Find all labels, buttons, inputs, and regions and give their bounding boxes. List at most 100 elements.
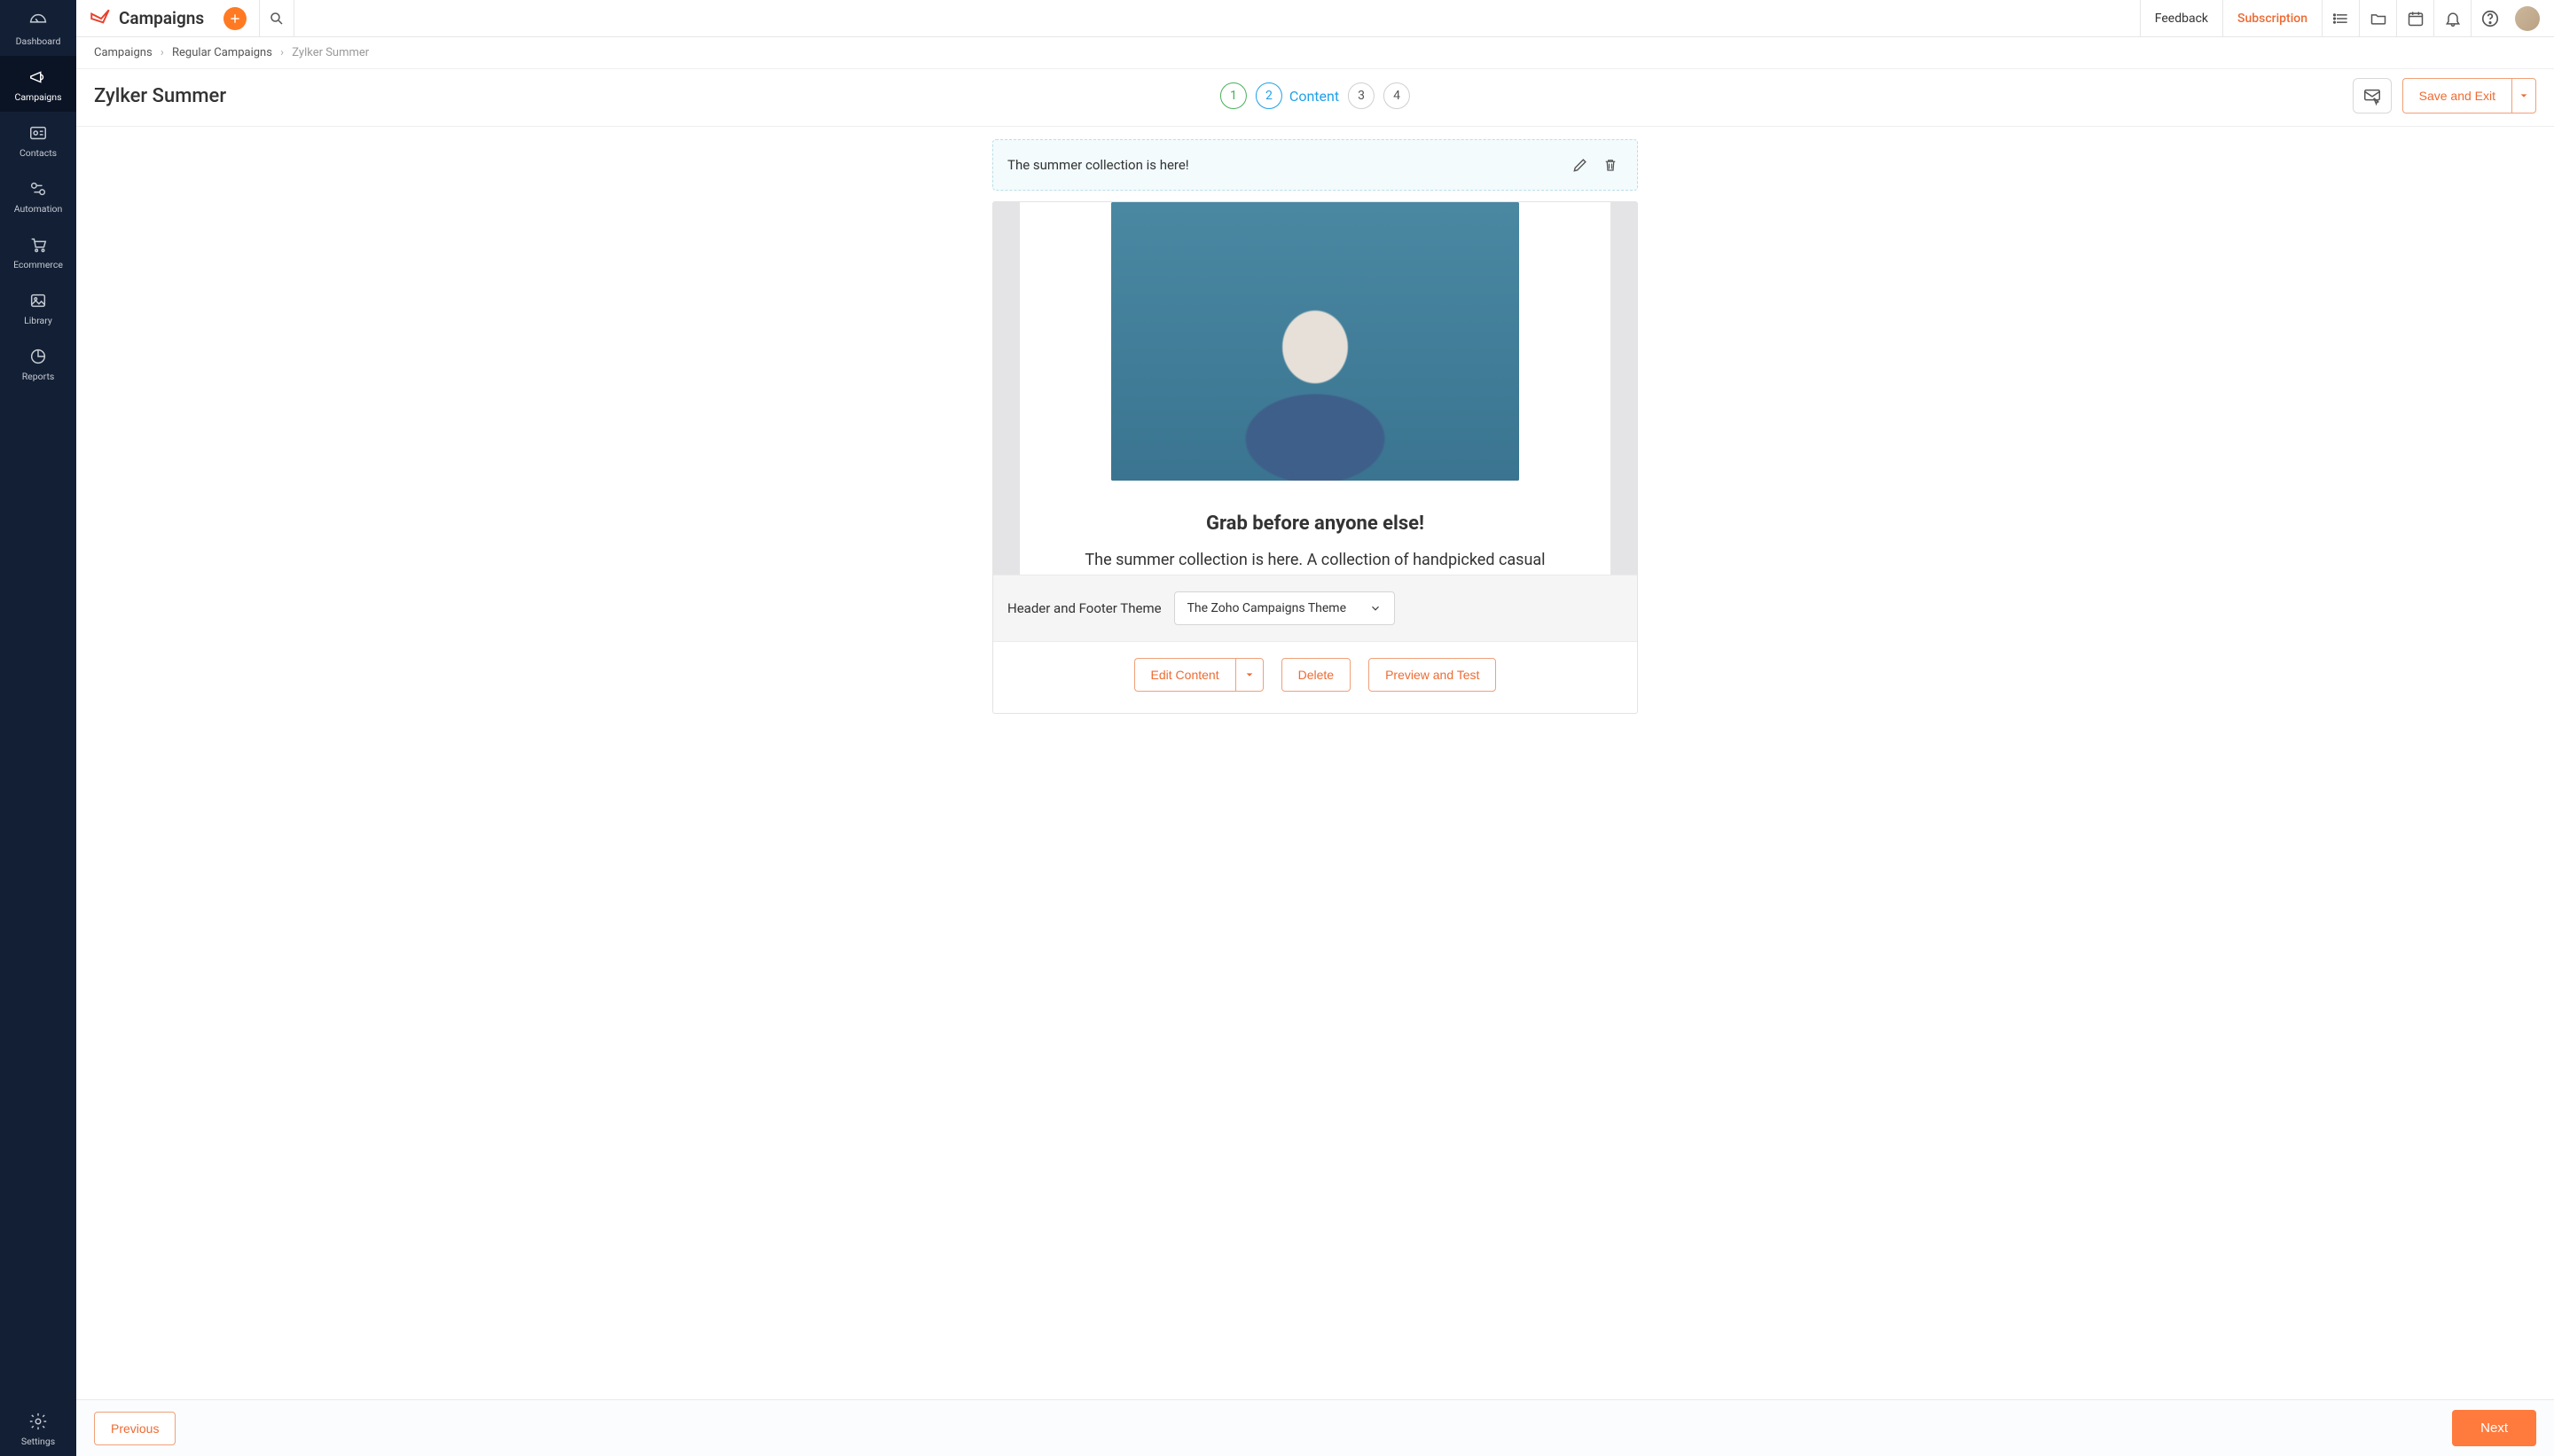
search-button[interactable] [259,0,294,37]
sidebar-item-ecommerce[interactable]: Ecommerce [0,223,76,279]
sidebar: Dashboard Campaigns Contacts Automation [0,0,76,1456]
delete-button[interactable]: Delete [1281,658,1351,692]
reports-icon [27,346,49,367]
help-icon [2480,9,2500,28]
step-number: 2 [1256,82,1282,109]
next-button[interactable]: Next [2452,1410,2536,1446]
calendar-button[interactable] [2396,0,2433,37]
preview-test-button[interactable]: Preview and Test [1368,658,1496,692]
save-exit-label: Save and Exit [2419,89,2495,103]
pencil-icon [1571,156,1589,174]
plus-icon [229,12,241,25]
breadcrumb: Campaigns › Regular Campaigns › Zylker S… [76,37,2554,69]
sidebar-item-label: Reports [22,371,55,382]
edit-subject-button[interactable] [1568,153,1593,177]
mail-cursor-icon [2362,86,2382,106]
sidebar-item-label: Contacts [20,147,57,159]
chevron-down-icon [1369,602,1382,614]
step-4[interactable]: 4 [1383,82,1410,109]
trash-icon [1602,156,1618,174]
action-row: Edit Content Delete Preview and Test [993,641,1637,713]
edit-content-button[interactable]: Edit Content [1134,658,1235,692]
gear-icon [27,1411,49,1432]
sidebar-item-label: Settings [21,1436,55,1447]
sidebar-item-label: Campaigns [14,91,61,103]
avatar[interactable] [2515,6,2540,31]
step-number: 3 [1348,82,1375,109]
edit-content-dropdown[interactable] [1235,658,1264,692]
sidebar-item-label: Automation [14,203,63,215]
sidebar-item-campaigns[interactable]: Campaigns [0,56,76,112]
theme-select[interactable]: The Zoho Campaigns Theme [1174,591,1395,625]
save-and-exit-button[interactable]: Save and Exit [2402,78,2511,114]
theme-value: The Zoho Campaigns Theme [1187,601,1346,615]
page-title: Zylker Summer [94,85,226,107]
step-1[interactable]: 1 [1220,82,1247,109]
previous-button[interactable]: Previous [94,1412,176,1445]
sidebar-item-automation[interactable]: Automation [0,168,76,223]
logo[interactable]: Campaigns [89,7,204,30]
sidebar-item-reports[interactable]: Reports [0,335,76,391]
subject-line-box[interactable]: The summer collection is here! [992,139,1638,191]
search-icon [269,11,285,27]
preview-body-text: The summer collection is here. A collect… [1076,551,1554,569]
subscription-label: Subscription [2237,12,2307,26]
previous-label: Previous [111,1421,159,1436]
step-number: 1 [1220,82,1247,109]
caret-down-icon [1245,670,1254,679]
preview-test-label: Preview and Test [1385,668,1479,682]
step-number: 4 [1383,82,1410,109]
theme-label: Header and Footer Theme [1007,600,1162,616]
header: Campaigns Feedback Subscription [76,0,2554,37]
sidebar-item-label: Ecommerce [13,259,63,270]
theme-row: Header and Footer Theme The Zoho Campaig… [993,575,1637,641]
crumb-current: Zylker Summer [292,46,369,59]
delete-subject-button[interactable] [1598,153,1623,177]
email-preview-button[interactable] [2353,78,2392,114]
folder-icon [2370,10,2387,27]
step-2[interactable]: 2 Content [1256,82,1339,109]
subject-text: The summer collection is here! [1007,157,1563,173]
email-preview-card: Grab before anyone else! The summer coll… [992,201,1638,714]
sidebar-item-label: Dashboard [16,35,61,47]
list-icon [2332,10,2350,27]
sidebar-item-contacts[interactable]: Contacts [0,112,76,168]
delete-label: Delete [1298,668,1334,682]
caret-down-icon [2519,91,2528,100]
feedback-link[interactable]: Feedback [2140,0,2222,37]
feedback-label: Feedback [2155,12,2208,26]
folder-button[interactable] [2359,0,2396,37]
list-button[interactable] [2322,0,2359,37]
bell-icon [2444,10,2462,27]
notifications-button[interactable] [2433,0,2471,37]
sidebar-item-label: Library [24,315,52,326]
sidebar-item-library[interactable]: Library [0,279,76,335]
megaphone-icon [27,67,49,88]
preview-heading: Grab before anyone else! [1206,513,1424,535]
help-button[interactable] [2471,0,2508,37]
sidebar-item-dashboard[interactable]: Dashboard [0,0,76,56]
step-label: Content [1289,88,1339,105]
hero-image [1111,202,1519,481]
preview-gutter [1610,202,1637,575]
calendar-icon [2407,10,2425,27]
dashboard-icon [27,11,49,32]
contacts-icon [27,122,49,144]
step-3[interactable]: 3 [1348,82,1375,109]
chevron-right-icon: › [280,46,284,59]
subscription-link[interactable]: Subscription [2222,0,2322,37]
cart-icon [27,234,49,255]
save-and-exit-dropdown[interactable] [2511,78,2536,114]
library-icon [27,290,49,311]
logo-icon [89,7,112,30]
next-label: Next [2480,1421,2508,1436]
crumb-campaigns[interactable]: Campaigns [94,46,153,59]
chevron-right-icon: › [161,46,164,59]
add-button[interactable] [223,7,247,30]
brand-text: Campaigns [119,8,204,28]
edit-content-label: Edit Content [1151,668,1219,682]
preview-gutter [993,202,1020,575]
sidebar-item-settings[interactable]: Settings [0,1400,76,1456]
crumb-regular[interactable]: Regular Campaigns [172,46,272,59]
footer-bar: Previous Next [76,1399,2554,1456]
